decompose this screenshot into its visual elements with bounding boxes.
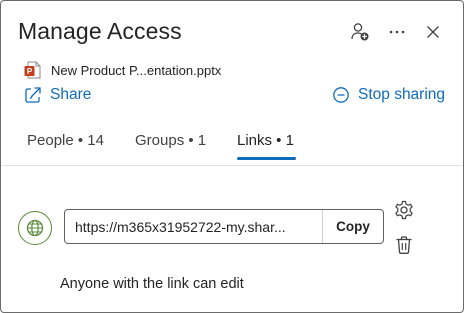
tab-links[interactable]: Links • 1	[237, 132, 294, 149]
tab-bar: People • 14 Groups • 1 Links • 1	[1, 129, 463, 163]
svg-text:P: P	[27, 67, 33, 76]
manage-access-panel: Manage Access P New Product P...entation…	[0, 0, 464, 313]
share-icon	[25, 87, 41, 103]
panel-title: Manage Access	[18, 18, 182, 44]
active-tab-indicator	[237, 157, 296, 160]
add-person-button[interactable]	[349, 21, 371, 43]
tab-groups[interactable]: Groups • 1	[135, 132, 206, 149]
link-scope-badge	[18, 211, 52, 245]
powerpoint-file-icon: P	[24, 61, 41, 79]
stop-sharing-label: Stop sharing	[358, 86, 446, 103]
more-options-button[interactable]	[386, 21, 408, 43]
link-settings-button[interactable]	[393, 199, 415, 221]
tab-people[interactable]: People • 14	[27, 132, 104, 149]
file-info: P New Product P...entation.pptx	[24, 61, 221, 79]
gear-icon	[395, 200, 413, 220]
tab-divider	[1, 165, 463, 166]
copy-button[interactable]: Copy	[322, 210, 383, 243]
close-button[interactable]	[422, 21, 444, 43]
share-button[interactable]: Share	[24, 86, 91, 104]
link-url[interactable]: https://m365x31952722-my.shar...	[65, 219, 322, 235]
link-permission-text: Anyone with the link can edit	[60, 276, 244, 292]
close-icon	[427, 26, 439, 38]
person-add-icon	[351, 23, 369, 41]
trash-icon	[396, 236, 412, 254]
more-icon	[389, 30, 405, 34]
stop-sharing-button[interactable]: Stop sharing	[332, 86, 445, 104]
file-name: New Product P...entation.pptx	[51, 62, 222, 78]
link-url-field[interactable]: https://m365x31952722-my.shar... Copy	[64, 209, 384, 244]
globe-icon	[26, 219, 44, 237]
share-label: Share	[50, 86, 92, 103]
delete-link-button[interactable]	[393, 234, 415, 256]
stop-circle-icon	[333, 87, 349, 103]
